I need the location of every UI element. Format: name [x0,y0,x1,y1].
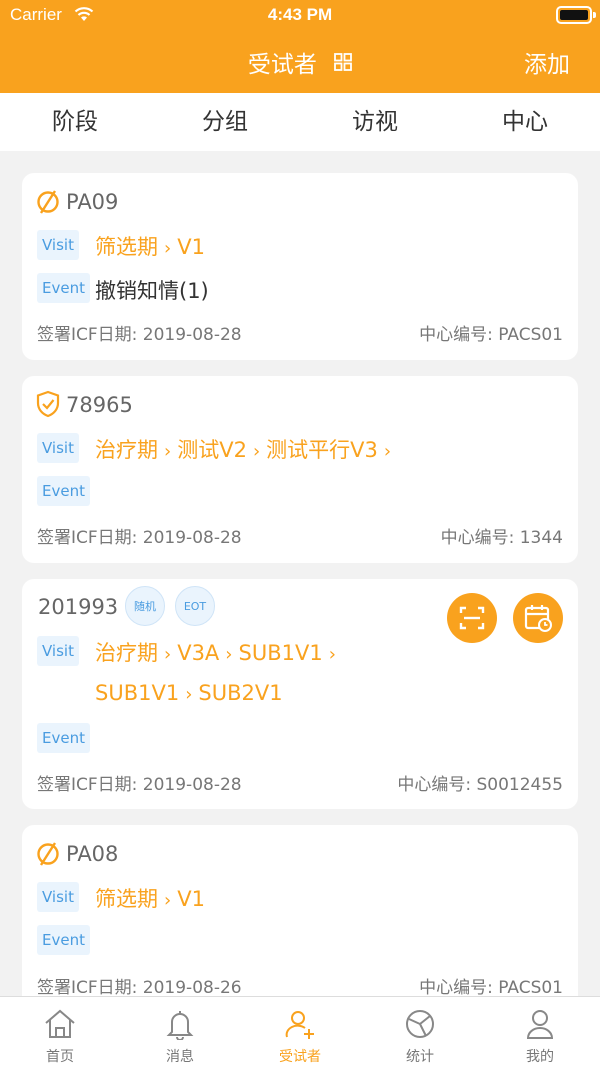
calendar-clock-icon [524,605,552,632]
status-bar: Carrier 4:43 PM [0,0,600,32]
subject-card[interactable]: PA09 Visit 筛选期 › V1 Event 撤销知情(1) 签署ICF日期:… [22,173,578,360]
bell-icon [166,1011,194,1040]
visit-step: 筛选期 [95,235,158,259]
visit-tag: Visit [37,636,79,666]
tab-label: 我的 [526,1049,554,1065]
visit-path: 筛选期 › V1 [95,231,205,261]
center-code: 中心编号: 1344 [440,528,563,548]
chevron-right-icon: › [328,644,336,665]
randomized-badge: 随机 [125,586,165,626]
center-code: 中心编号: S0012455 [397,775,563,795]
scan-icon [459,606,485,630]
tab-label: 统计 [406,1049,434,1065]
subject-card[interactable]: 201993 随机 EOT Visit 治疗期 › V3A › SUB1V1 › SUB1… [22,579,578,809]
icf-date: 签署ICF日期: 2019-08-28 [37,325,242,345]
visit-step: 筛选期 [95,887,158,911]
chevron-right-icon: › [252,441,261,462]
chevron-right-icon: › [225,644,233,665]
chevron-right-icon: › [164,644,172,665]
shield-check-icon [36,390,60,418]
home-icon [45,1009,75,1038]
chevron-right-icon: › [185,684,193,705]
filter-stage[interactable]: 阶段 [0,93,150,151]
tab-home[interactable]: 首页 [0,997,120,1067]
battery-icon [556,6,596,24]
visit-step: SUB2V1 [198,681,283,705]
subject-card[interactable]: 78965 Visit 治疗期 › 测试V2 › 测试平行V3 › Event 签署ICF… [22,376,578,563]
add-user-icon [285,1011,314,1039]
chevron-right-icon: › [383,441,392,462]
subject-id: PA09 [66,190,119,214]
visit-path-continued: SUB1V1 › SUB2V1 [95,681,283,705]
tab-label: 受试者 [279,1049,321,1065]
withdrawn-icon [37,842,59,866]
subject-card[interactable]: PA08 Visit 筛选期 › V1 Event 签署ICF日期: 2019-08… [22,825,578,1015]
page-title[interactable]: 受试者 [0,45,600,79]
center-code: 中心编号: PACS01 [419,978,563,998]
tab-label: 首页 [46,1049,74,1065]
event-tag: Event [37,925,90,955]
visit-step: 测试V2 [177,438,247,462]
tab-profile[interactable]: 我的 [480,997,600,1067]
schedule-button[interactable] [513,593,563,643]
visit-step: 治疗期 [95,641,158,665]
event-tag: Event [37,476,90,506]
tab-bar: 首页 消息 受试者 统计 我的 [0,996,600,1067]
visit-step: 治疗期 [95,438,158,462]
visit-step: V1 [177,235,205,259]
icf-date: 签署ICF日期: 2019-08-28 [37,528,242,548]
center-code: 中心编号: PACS01 [419,325,563,345]
filter-center[interactable]: 中心 [450,93,600,151]
chevron-right-icon: › [164,441,172,462]
visit-step: SUB1V1 [238,641,323,665]
eot-badge: EOT [175,586,215,626]
subject-id: 78965 [66,393,133,417]
tab-label: 消息 [166,1049,194,1065]
subject-id: 201993 [38,595,119,619]
scan-button[interactable] [447,593,497,643]
visit-step: 测试平行V3 [266,438,378,462]
withdrawn-icon [37,190,59,214]
visit-path: 治疗期 › V3A › SUB1V1 › [95,637,342,667]
event-tag: Event [37,273,90,303]
visit-tag: Visit [37,433,79,463]
subject-id: PA08 [66,842,119,866]
tab-statistics[interactable]: 统计 [360,997,480,1067]
filter-visit[interactable]: 访视 [300,93,450,151]
icf-date: 签署ICF日期: 2019-08-26 [37,978,242,998]
icf-date: 签署ICF日期: 2019-08-28 [37,775,242,795]
visit-step: V1 [177,887,205,911]
pie-chart-icon [406,1010,434,1038]
page-title-text: 受试者 [247,52,317,78]
tab-subjects[interactable]: 受试者 [240,997,360,1067]
filter-group[interactable]: 分组 [150,93,300,151]
event-text: 撤销知情(1) [95,279,209,303]
status-time: 4:43 PM [267,5,333,24]
visit-step: SUB1V1 [95,681,180,705]
visit-path: 治疗期 › 测试V2 › 测试平行V3 › [95,434,397,464]
add-button[interactable]: 添加 [524,45,570,79]
person-icon [526,1010,554,1039]
event-tag: Event [37,723,90,753]
tab-messages[interactable]: 消息 [120,997,240,1067]
chevron-right-icon: › [164,238,172,259]
chevron-right-icon: › [164,890,172,911]
visit-tag: Visit [37,230,79,260]
nav-bar: Carrier 4:43 PM 受试者 添加 [0,0,600,93]
visit-path: 筛选期 › V1 [95,883,205,913]
filter-bar: 阶段 分组 访视 中心 [0,93,600,151]
visit-step: V3A [177,641,220,665]
grid-icon[interactable] [334,53,353,71]
visit-tag: Visit [37,882,79,912]
